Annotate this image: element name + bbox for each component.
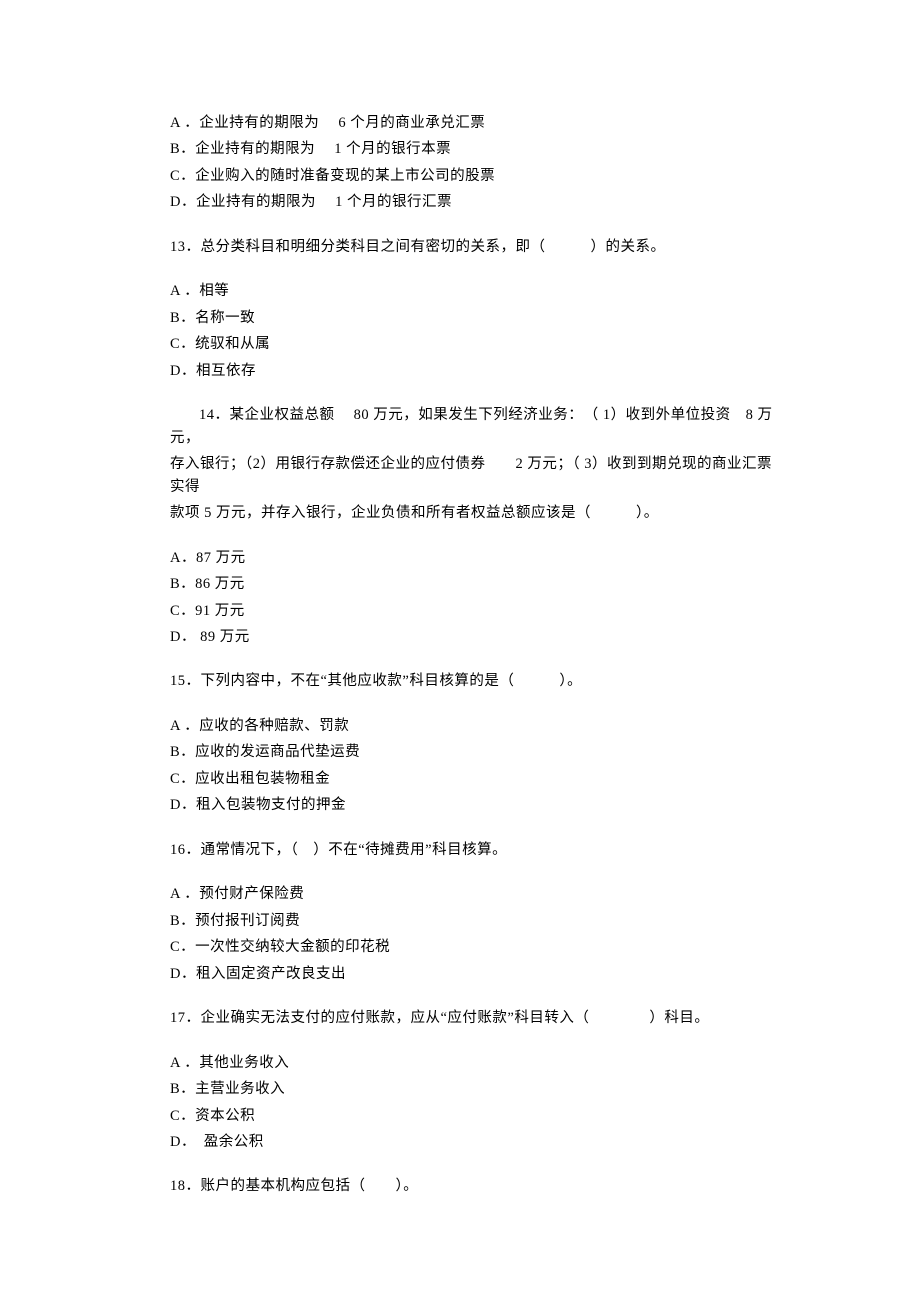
q14-stem: 14．某企业权益总额 80 万元，如果发生下列经济业务： （ 1）收到外单位投资… [170, 404, 785, 524]
q17-stem: 17．企业确实无法支付的应付账款，应从“应付账款”科目转入（ ）科目。 [170, 1007, 785, 1029]
document-page: A ．企业持有的期限为 6 个月的商业承兑汇票 B．企业持有的期限为 1 个月的… [0, 0, 920, 1198]
q15-option-a: A ．应收的各种赔款、罚款 [170, 715, 785, 737]
q13-stem: 13．总分类科目和明细分类科目之间有密切的关系，即（ ）的关系。 [170, 236, 785, 258]
q16-option-d: D．租入固定资产改良支出 [170, 963, 785, 985]
q13-option-d: D．相互依存 [170, 360, 785, 382]
q18-stem: 18．账户的基本机构应包括（ ）。 [170, 1175, 785, 1197]
q15-option-d: D．租入包装物支付的押金 [170, 794, 785, 816]
q13-option-c: C．统驭和从属 [170, 333, 785, 355]
q15-stem: 15．下列内容中，不在“其他应收款”科目核算的是（ ）。 [170, 670, 785, 692]
q17-option-d: D． 盈余公积 [170, 1131, 785, 1153]
q12-option-b: B．企业持有的期限为 1 个月的银行本票 [170, 138, 785, 160]
q16-option-b: B．预付报刊订阅费 [170, 910, 785, 932]
q13-option-b: B．名称一致 [170, 307, 785, 329]
q16-option-c: C．一次性交纳较大金额的印花税 [170, 936, 785, 958]
q13-option-a: A ．相等 [170, 280, 785, 302]
q17-option-b: B．主营业务收入 [170, 1078, 785, 1100]
q14-option-d: D． 89 万元 [170, 626, 785, 648]
q17-option-c: C．资本公积 [170, 1105, 785, 1127]
q15-option-c: C．应收出租包装物租金 [170, 768, 785, 790]
q14-stem-line3: 款项 5 万元，并存入银行，企业负债和所有者权益总额应该是（ ）。 [170, 502, 785, 524]
q14-stem-line1: 14．某企业权益总额 80 万元，如果发生下列经济业务： （ 1）收到外单位投资… [170, 404, 785, 449]
q12-option-d: D．企业持有的期限为 1 个月的银行汇票 [170, 191, 785, 213]
q16-stem: 16．通常情况下，（ ）不在“待摊费用”科目核算。 [170, 839, 785, 861]
q12-option-c: C．企业购入的随时准备变现的某上市公司的股票 [170, 165, 785, 187]
q14-option-a: A．87 万元 [170, 547, 785, 569]
q14-stem-line2: 存入银行；（2）用银行存款偿还企业的应付债券 2 万元；（ 3）收到到期兑现的商… [170, 453, 785, 498]
q12-option-a: A ．企业持有的期限为 6 个月的商业承兑汇票 [170, 112, 785, 134]
q17-option-a: A ．其他业务收入 [170, 1052, 785, 1074]
q14-option-b: B．86 万元 [170, 573, 785, 595]
q14-option-c: C．91 万元 [170, 600, 785, 622]
q16-option-a: A ．预付财产保险费 [170, 883, 785, 905]
q15-option-b: B．应收的发运商品代垫运费 [170, 741, 785, 763]
